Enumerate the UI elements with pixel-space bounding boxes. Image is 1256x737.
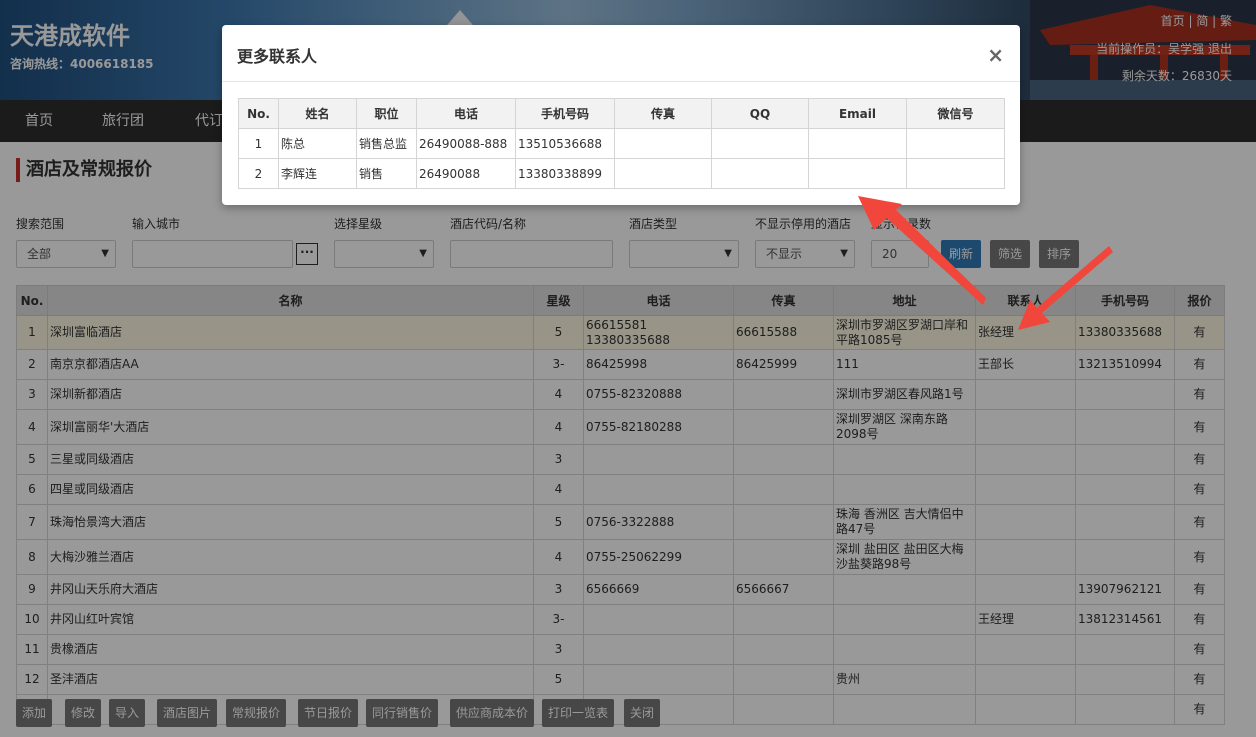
col-header: No.: [238, 98, 279, 129]
cell: 销售: [356, 158, 417, 189]
cell: 销售总监: [356, 128, 417, 159]
cell: [808, 158, 907, 189]
col-header: 传真: [614, 98, 712, 129]
dialog-title: 更多联系人: [237, 47, 318, 66]
cell: 13380338899: [515, 158, 615, 189]
cell: [906, 128, 1005, 159]
more-contacts-dialog: 更多联系人 × No. 姓名 职位 电话 手机号码 传真 QQ Email 微信…: [222, 25, 1020, 205]
cell: 26490088-888: [416, 128, 516, 159]
cell: 2: [238, 158, 279, 189]
col-header: 手机号码: [515, 98, 615, 129]
contacts-table: No. 姓名 职位 电话 手机号码 传真 QQ Email 微信号 1 陈总 销…: [238, 98, 1005, 189]
table-row[interactable]: 2 李辉连 销售 26490088 13380338899: [238, 158, 1005, 189]
cell: [711, 128, 809, 159]
cell: [808, 128, 907, 159]
close-icon[interactable]: ×: [987, 45, 1004, 65]
divider: [222, 81, 1020, 82]
col-header: QQ: [711, 98, 809, 129]
col-header: Email: [808, 98, 907, 129]
cell: 26490088: [416, 158, 516, 189]
table-header-row: No. 姓名 职位 电话 手机号码 传真 QQ Email 微信号: [238, 98, 1005, 129]
col-header: 电话: [416, 98, 516, 129]
cell: 李辉连: [278, 158, 357, 189]
col-header: 微信号: [906, 98, 1005, 129]
col-header: 姓名: [278, 98, 357, 129]
cell: [614, 158, 712, 189]
cell: [906, 158, 1005, 189]
table-row[interactable]: 1 陈总 销售总监 26490088-888 13510536688: [238, 128, 1005, 159]
cell: 13510536688: [515, 128, 615, 159]
cell: [614, 128, 712, 159]
cell: [711, 158, 809, 189]
col-header: 职位: [356, 98, 417, 129]
cell: 陈总: [278, 128, 357, 159]
cell: 1: [238, 128, 279, 159]
